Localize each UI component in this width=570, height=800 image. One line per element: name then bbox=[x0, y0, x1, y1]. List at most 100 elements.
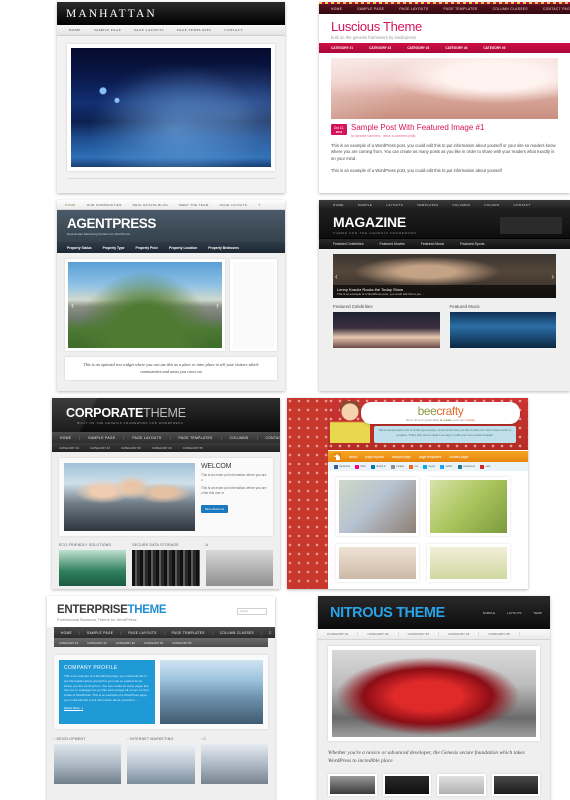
category-1[interactable]: CATEGORY #1 bbox=[59, 641, 78, 645]
nav-item-page-layouts[interactable]: page layouts bbox=[365, 455, 384, 459]
feature-title[interactable]: Lenny Kravitz Rocks the Today Show bbox=[337, 287, 552, 292]
category-2[interactable]: CATEGORY #2 bbox=[87, 641, 106, 645]
gallery-item[interactable] bbox=[336, 544, 419, 582]
category-3[interactable]: CATEGORY #3 bbox=[116, 641, 135, 645]
slider-next-icon[interactable]: › bbox=[216, 300, 219, 310]
nav-item-our-communities[interactable]: OUR COMMUNITIES bbox=[87, 203, 122, 207]
slider-next-icon[interactable]: › bbox=[551, 272, 554, 281]
nav-item-meet-the-team[interactable]: MEET THE TEAM bbox=[179, 203, 208, 207]
theme-preview-corporate[interactable]: CORPORATETHEME BUILT ON THE GENESIS FRAM… bbox=[52, 398, 280, 589]
theme-preview-enterprise[interactable]: ENTERPRISETHEME Professional Business Th… bbox=[47, 596, 275, 800]
nav-item-page-templates[interactable]: PAGE TEMPLATES bbox=[177, 28, 211, 32]
category-featured-music[interactable]: Featured Music bbox=[421, 242, 444, 246]
manhattan-nav[interactable]: HOME SAMPLE PAGE PAGE LAYOUTS PAGE TEMPL… bbox=[57, 25, 285, 36]
read-more-link[interactable]: [Read More...] bbox=[64, 706, 150, 711]
category-4[interactable]: CATEGORY #4 bbox=[152, 446, 172, 450]
nav-item-page-layouts[interactable]: PAGE LAYOUTS bbox=[124, 435, 171, 440]
property-status-filter[interactable]: Property Status bbox=[67, 246, 92, 250]
theme-preview-nitrous[interactable]: NITROUS THEME SAMPLE LAYOUTS TEMP CATEGO… bbox=[318, 596, 550, 800]
luscious-nav[interactable]: HOME SAMPLE PAGE PAGE LAYOUTS PAGE TEMPL… bbox=[319, 4, 570, 14]
nav-item-home[interactable]: HOME bbox=[65, 203, 76, 207]
gallery-item[interactable] bbox=[426, 544, 510, 582]
nav-item-sample-page[interactable]: SAMPLE PAGE bbox=[80, 630, 122, 635]
nav-item-contact-page[interactable]: CONTACT PAGE bbox=[543, 7, 570, 11]
thumb-item[interactable] bbox=[491, 773, 540, 796]
category-5[interactable]: CATEGORY #5 bbox=[172, 641, 191, 645]
magazine-nav[interactable]: HOME SAMPLE LAYOUTS TEMPLATES COLUMNS CO… bbox=[319, 200, 570, 210]
nav-item-sample-page[interactable]: sample page bbox=[392, 455, 411, 459]
nav-item-colors[interactable]: COLORS bbox=[484, 203, 499, 207]
social-linkedin[interactable]: linked in bbox=[370, 464, 386, 469]
post-title[interactable]: Sample Post With Featured Image #1 bbox=[351, 124, 484, 132]
social-skype[interactable]: skype bbox=[422, 464, 435, 469]
nav-item-column-classes[interactable]: COLUMN CLASSES bbox=[493, 7, 528, 11]
property-price-filter[interactable]: Property Price bbox=[136, 246, 159, 250]
nav-item-column-classes[interactable]: COLUMN CLASSES bbox=[213, 630, 262, 635]
social-picasa[interactable]: picasa bbox=[390, 464, 404, 469]
nav-item-home[interactable]: HOME bbox=[331, 7, 342, 11]
nav-item-templates[interactable]: TEMP bbox=[533, 611, 542, 615]
nav-item-layouts[interactable]: LAYOUTS bbox=[386, 203, 403, 207]
theme-preview-magazine[interactable]: HOME SAMPLE LAYOUTS TEMPLATES COLUMNS CO… bbox=[319, 200, 570, 391]
category-2[interactable]: CATEGORY #2 bbox=[90, 446, 110, 450]
theme-preview-manhattan[interactable]: MANHATTAN HOME SAMPLE PAGE PAGE LAYOUTS … bbox=[57, 2, 285, 193]
category-featured-celebrities[interactable]: Featured Celebrities bbox=[333, 242, 364, 246]
social-wordpress[interactable]: wordpress bbox=[457, 464, 475, 469]
category-2[interactable]: CATEGORY #2 bbox=[369, 46, 391, 50]
category-5[interactable]: CATEGORY #5 bbox=[183, 446, 203, 450]
nav-item-real-estate-blog[interactable]: REAL ESTATE BLOG bbox=[133, 203, 168, 207]
theme-preview-beecrafty[interactable]: beecrafty show off your personality & cr… bbox=[287, 398, 528, 589]
corporate-category-bar[interactable]: CATEGORY #1 CATEGORY #2 CATEGORY #3 CATE… bbox=[52, 443, 280, 452]
nav-item-sample-page[interactable]: SAMPLE PAGE bbox=[357, 7, 384, 11]
gallery-item[interactable] bbox=[336, 477, 419, 536]
category-4[interactable]: CATEGORY #4 bbox=[445, 46, 467, 50]
property-type-filter[interactable]: Property Type bbox=[103, 246, 125, 250]
nav-item-page-layouts[interactable]: PAGE LAYOUTS bbox=[399, 7, 428, 11]
nav-item-contact[interactable]: CONTACT bbox=[224, 28, 243, 32]
more-about-us-button[interactable]: More About Us bbox=[201, 504, 229, 513]
agentpress-property-bar[interactable]: Property Status Property Type Property P… bbox=[57, 242, 285, 253]
nav-item-home[interactable]: HOME bbox=[69, 28, 81, 32]
nav-item-more[interactable]: T bbox=[258, 203, 260, 207]
nav-item-contact[interactable]: CONTACT bbox=[513, 203, 530, 207]
thumb-item[interactable] bbox=[328, 773, 377, 796]
nav-item-sample-page[interactable]: SAMPLE PAGE bbox=[94, 28, 121, 32]
enterprise-nav[interactable]: HOME SAMPLE PAGE PAGE LAYOUTS PAGE TEMPL… bbox=[54, 627, 275, 638]
nav-item-page-layouts[interactable]: PAGE LAYOUTS bbox=[134, 28, 164, 32]
category-1[interactable]: CATEGORY #1 bbox=[331, 46, 353, 50]
category-4[interactable]: CATEGORY #4 bbox=[439, 632, 480, 636]
magazine-category-bar[interactable]: Featured Celebrities Featured Movies Fea… bbox=[319, 238, 570, 249]
social-flickr[interactable]: flickr bbox=[355, 464, 366, 469]
nav-item-columns[interactable]: COLUMNS bbox=[452, 203, 470, 207]
nav-item-home[interactable]: HOME bbox=[333, 203, 344, 207]
home-icon[interactable] bbox=[334, 453, 341, 460]
nav-item-page-templates[interactable]: PAGE TEMPLATES bbox=[165, 630, 213, 635]
luscious-category-bar[interactable]: CATEGORY #1 CATEGORY #2 CATEGORY #3 CATE… bbox=[319, 43, 570, 53]
nav-item-contact-page[interactable]: CONTACT PAGE bbox=[258, 436, 280, 440]
nav-item-templates[interactable]: TEMPLATES bbox=[417, 203, 438, 207]
nav-item-page-layouts[interactable]: PAGE LAYOUTS bbox=[121, 630, 165, 635]
slider-prev-icon[interactable]: ‹ bbox=[71, 300, 74, 310]
category-1[interactable]: CATEGORY #1 bbox=[59, 446, 79, 450]
nitrous-category-bar[interactable]: CATEGORY #1 CATEGORY #2 CATEGORY #3 CATE… bbox=[318, 629, 550, 640]
nitrous-top-nav[interactable]: SAMPLE LAYOUTS TEMP bbox=[483, 611, 542, 615]
nav-item-sample[interactable]: SAMPLE bbox=[483, 611, 496, 615]
thumb-item[interactable] bbox=[382, 773, 431, 796]
category-3[interactable]: CATEGORY #3 bbox=[121, 446, 141, 450]
post-meta[interactable]: by danielle summers · leave a comment (e… bbox=[351, 134, 484, 138]
nav-item-page-templates[interactable]: page templates bbox=[419, 455, 442, 459]
search-input[interactable]: Search bbox=[237, 608, 267, 615]
property-location-filter[interactable]: Property Location bbox=[169, 246, 197, 250]
enterprise-category-bar[interactable]: CATEGORY #1 CATEGORY #2 CATEGORY #3 CATE… bbox=[54, 638, 268, 647]
nav-item-contact[interactable]: C bbox=[262, 631, 275, 635]
category-1[interactable]: CATEGORY #1 bbox=[318, 632, 359, 636]
social-twitter[interactable]: twitter bbox=[440, 464, 453, 469]
nav-item-sample-page[interactable]: SAMPLE PAGE bbox=[80, 435, 125, 440]
theme-preview-agentpress[interactable]: HOME OUR COMMUNITIES REAL ESTATE BLOG ME… bbox=[57, 200, 285, 391]
category-featured-sports[interactable]: Featured Sports bbox=[460, 242, 484, 246]
corporate-nav[interactable]: HOME SAMPLE PAGE PAGE LAYOUTS PAGE TEMPL… bbox=[52, 432, 280, 443]
beecrafty-social-bar[interactable]: facebook flickr linked in picasa rss sky… bbox=[328, 462, 528, 471]
nav-item-page-templates[interactable]: PAGE TEMPLATES bbox=[171, 435, 222, 440]
social-yelp[interactable]: yelp bbox=[480, 464, 490, 469]
nav-item-sample[interactable]: SAMPLE bbox=[358, 203, 373, 207]
